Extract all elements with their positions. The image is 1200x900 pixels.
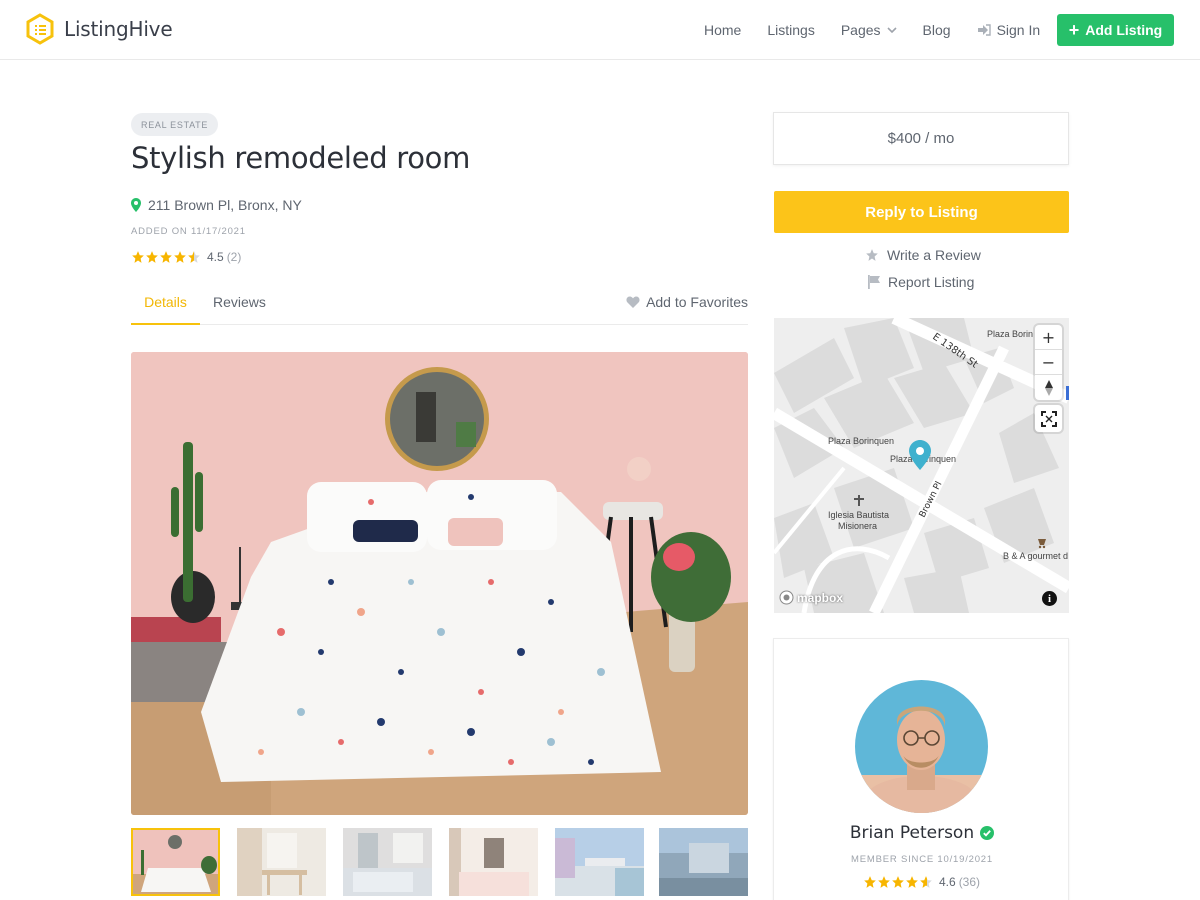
nav-blog[interactable]: Blog — [923, 22, 951, 38]
member-since: MEMBER SINCE 10/19/2021 — [851, 854, 993, 865]
map-shop: B & A gourmet d — [1003, 551, 1068, 561]
author-name-text: Brian Peterson — [849, 823, 975, 843]
map-canvas: E 138th St Brown Pl Plaza Borinquen Plaz… — [774, 318, 1069, 613]
fullscreen-icon — [1040, 410, 1057, 427]
thumbnail-image — [659, 828, 748, 896]
zoom-in-button[interactable]: + — [1035, 325, 1062, 350]
star-icon — [878, 876, 890, 888]
thumbnail-6[interactable] — [659, 828, 748, 896]
nav-home[interactable]: Home — [704, 22, 741, 38]
rating-count: (2) — [226, 250, 242, 264]
add-listing-button[interactable]: + Add Listing — [1057, 14, 1174, 46]
fullscreen-button[interactable] — [1035, 405, 1062, 432]
thumbnail-1[interactable] — [131, 828, 220, 896]
add-to-favorites-button[interactable]: Add to Favorites — [626, 294, 748, 310]
nav-listings[interactable]: Listings — [767, 22, 814, 38]
author-name[interactable]: Brian Peterson — [774, 823, 1070, 843]
map-place-plaza: Plaza Borinquen — [828, 436, 894, 446]
thumbnail-image — [133, 830, 218, 894]
star-icon — [132, 251, 144, 263]
sign-in-icon — [977, 24, 991, 36]
site-header: ListingHive Home Listings Pages Blog Sig… — [0, 0, 1200, 60]
tab-reviews[interactable]: Reviews — [213, 294, 266, 310]
reply-to-listing-button[interactable]: Reply to Listing — [774, 191, 1069, 233]
sign-in-label: Sign In — [996, 22, 1041, 38]
verified-icon — [980, 826, 995, 840]
thumbnail-3[interactable] — [343, 828, 432, 896]
price-box: $400 / mo — [773, 112, 1069, 165]
star-icon — [892, 876, 904, 888]
listing-tabs: Details Reviews Add to Favorites — [131, 285, 748, 325]
report-listing-link[interactable]: Report Listing — [868, 274, 974, 290]
thumbnail-5[interactable] — [555, 828, 644, 896]
map-marker-icon — [131, 198, 141, 212]
thumbnail-image — [449, 828, 538, 896]
star-icon — [920, 876, 932, 888]
location-map[interactable]: E 138th St Brown Pl Plaza Borinquen Plaz… — [774, 318, 1069, 613]
map-info-button[interactable]: i — [1042, 591, 1057, 606]
thumbnail-2[interactable] — [237, 828, 326, 896]
zoom-out-button[interactable]: − — [1035, 350, 1062, 375]
logo[interactable]: ListingHive — [26, 13, 173, 45]
map-place-plaza-3: Plaza Borin — [987, 329, 1033, 339]
rating-count: (36) — [958, 875, 981, 889]
rating-value: 4.5 — [207, 250, 224, 264]
star-icon — [906, 876, 918, 888]
category-badge[interactable]: REAL ESTATE — [131, 113, 219, 136]
star-icon — [160, 251, 172, 263]
star-icon — [864, 876, 876, 888]
rating-value: 4.6 — [939, 875, 956, 889]
hive-logo-icon — [26, 13, 54, 45]
tab-details[interactable]: Details — [131, 294, 200, 325]
nav-pages-label: Pages — [840, 22, 881, 38]
bedroom-photo — [131, 352, 748, 815]
heart-icon — [626, 296, 640, 308]
star-icon — [188, 251, 200, 263]
author-rating: 4.6 (36) — [863, 875, 980, 889]
nav-sign-in[interactable]: Sign In — [977, 22, 1041, 38]
plus-icon: + — [1068, 20, 1080, 40]
write-review-label: Write a Review — [887, 247, 981, 263]
map-church-2: Misionera — [838, 521, 877, 531]
compass-icon — [1044, 379, 1053, 396]
price-text: $400 / mo — [887, 130, 955, 147]
main-nav: Home Listings Pages Blog Sign In — [704, 0, 1066, 60]
star-icon — [146, 251, 158, 263]
rating-stars — [863, 875, 933, 889]
mapbox-label: mapbox — [797, 590, 844, 605]
mapbox-icon — [779, 590, 794, 605]
listing-address: 211 Brown Pl, Bronx, NY — [131, 197, 302, 213]
thumbnail-image — [237, 828, 326, 896]
write-review-link[interactable]: Write a Review — [865, 247, 981, 263]
address-text: 211 Brown Pl, Bronx, NY — [148, 197, 302, 213]
avatar[interactable] — [855, 680, 988, 813]
favorites-label: Add to Favorites — [646, 294, 748, 310]
star-icon — [174, 251, 186, 263]
listing-rating: 4.5 (2) — [131, 250, 241, 264]
main-photo[interactable] — [131, 352, 748, 815]
thumbnail-image — [555, 828, 644, 896]
flag-icon — [868, 275, 880, 289]
photo-thumbnails — [131, 828, 748, 898]
thumbnail-4[interactable] — [449, 828, 538, 896]
author-card: Brian Peterson MEMBER SINCE 10/19/2021 4… — [773, 638, 1069, 900]
avatar-image — [855, 680, 988, 813]
add-listing-label: Add Listing — [1085, 22, 1163, 38]
star-icon — [866, 249, 878, 261]
compass-button[interactable] — [1035, 375, 1062, 400]
thumbnail-image — [343, 828, 432, 896]
chevron-down-icon — [886, 27, 897, 33]
added-date: ADDED ON 11/17/2021 — [131, 226, 246, 237]
listing-title: Stylish remodeled room — [131, 141, 471, 175]
rating-stars — [131, 250, 201, 264]
nav-pages[interactable]: Pages — [841, 22, 897, 38]
map-church-1: Iglesia Bautista — [828, 510, 889, 520]
report-listing-label: Report Listing — [888, 274, 975, 290]
map-zoom-controls: + − — [1035, 325, 1062, 400]
brand-name: ListingHive — [64, 17, 173, 41]
mapbox-attribution[interactable]: mapbox — [779, 590, 843, 605]
